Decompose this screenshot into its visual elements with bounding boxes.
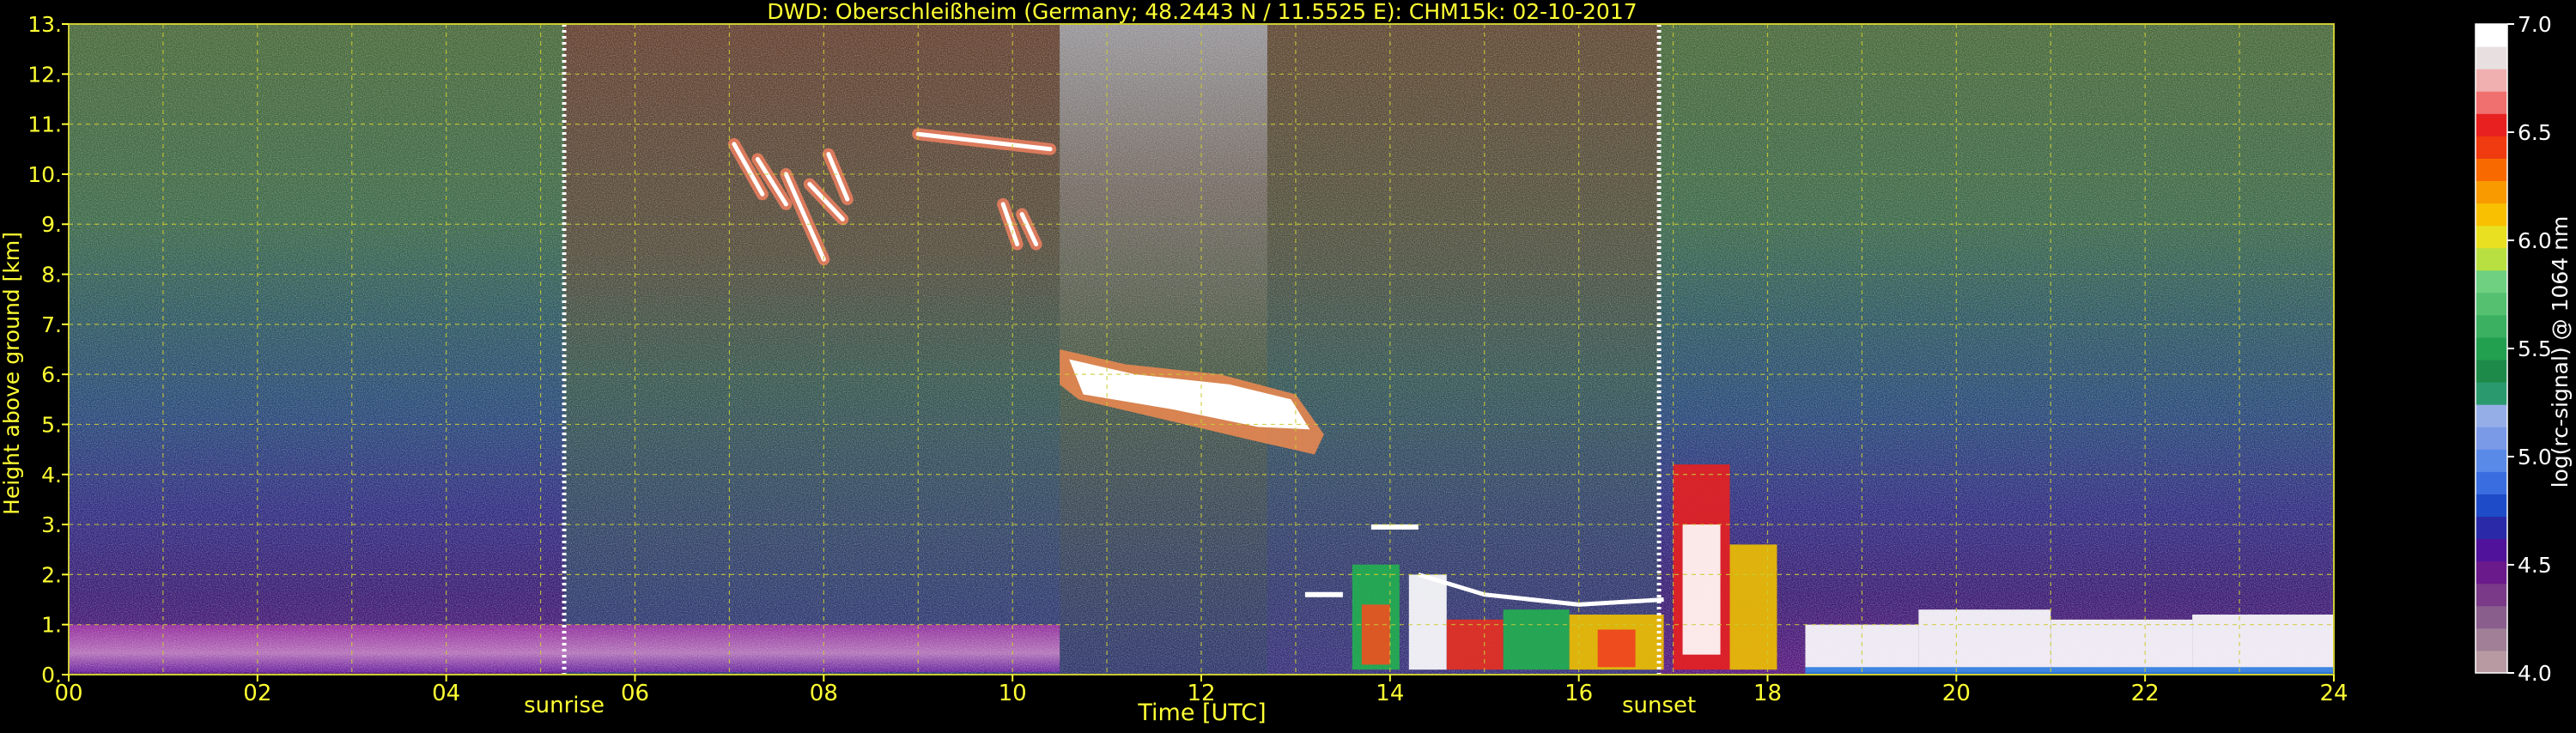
colorbar-segment (2476, 471, 2507, 494)
chart-title: DWD: Oberschleißheim (Germany; 48.2443 N… (767, 0, 1637, 24)
colorbar-segment (2476, 360, 2507, 383)
x-tick-label: 22 (2131, 681, 2160, 706)
y-axis-ticks: 0. 1. 2. 3. 4. 5. 6. 7. 8. 9. 10. 11. 12. 13. (27, 12, 69, 688)
colorbar-segment (2476, 494, 2507, 518)
y-tick-label: 0. (41, 663, 62, 688)
y-axis-label: Height above ground [km] (0, 232, 24, 515)
low-cloud-block (1408, 574, 1447, 670)
colorbar-segment (2476, 605, 2507, 629)
x-tick-label: 04 (432, 681, 460, 706)
y-tick-label: 11. (27, 112, 62, 137)
colorbar-segment (2476, 225, 2507, 249)
low-cloud-block (1918, 609, 2051, 673)
low-cloud-block (1729, 544, 1777, 670)
colorbar-tick-label: 6.5 (2518, 120, 2552, 145)
y-tick-label: 2. (41, 562, 62, 587)
y-tick-label: 12. (27, 62, 62, 87)
x-tick-label: 18 (1753, 681, 1782, 706)
colorbar-segment (2476, 427, 2507, 450)
colorbar-segment (2476, 516, 2507, 540)
low-cloud-block (1805, 624, 1919, 673)
x-tick-label: 10 (999, 681, 1027, 706)
colorbar-segment (2476, 336, 2507, 360)
low-cloud-block (1503, 609, 1570, 670)
colorbar-segment (2476, 113, 2507, 136)
x-tick-label: 14 (1376, 681, 1404, 706)
colorbar-segment (2476, 24, 2507, 47)
colorbar-segment (2476, 69, 2507, 92)
colorbar-tick-label: 4.0 (2518, 661, 2552, 686)
colorbar-segment (2476, 158, 2507, 181)
y-tick-label: 13. (27, 12, 62, 37)
ceilometer-chart: 00 02 04 06 08 10 12 14 16 18 20 22 24 0.1.2.3.4.5.6… (0, 0, 2573, 726)
colorbar (2475, 23, 2508, 674)
x-axis-label: Time [UTC] (1137, 700, 1266, 726)
x-tick-label: 06 (621, 681, 649, 706)
x-tick-label: 24 (2319, 681, 2348, 706)
ceilometer-figure: 00 02 04 06 08 10 12 14 16 18 20 22 24 0. 1. 2. 3. 4. 5. 6… (0, 0, 2576, 730)
colorbar-tick-label: 5.5 (2518, 336, 2552, 361)
colorbar-ticks: 4.0 4.5 5.0 5.5 6.0 6.5 7.0 (2507, 12, 2552, 686)
colorbar-segment (2476, 91, 2507, 114)
colorbar-segment (2476, 136, 2507, 159)
colorbar-segment (2476, 382, 2507, 405)
colorbar-segment (2476, 404, 2507, 427)
y-tick-label: 9. (41, 212, 62, 237)
colorbar-tick-label: 6.0 (2518, 228, 2552, 253)
sunrise-label: sunrise (524, 693, 605, 718)
y-tick-label: 6. (41, 362, 62, 387)
colorbar-segment (2476, 560, 2507, 585)
y-tick-label: 8. (41, 263, 62, 288)
low-cloud-block (1361, 604, 1390, 665)
colorbar-segment (2476, 292, 2507, 316)
x-tick-label: 02 (243, 681, 271, 706)
low-cloud-block (1682, 524, 1721, 655)
colorbar-segment (2476, 46, 2507, 70)
colorbar-segment (2476, 180, 2507, 204)
x-tick-label: 16 (1564, 681, 1593, 706)
low-cloud-block (2050, 619, 2193, 673)
y-tick-label: 1. (41, 613, 62, 638)
x-tick-label: 20 (1942, 681, 1971, 706)
colorbar-segment (2476, 627, 2507, 651)
colorbar-tick-label: 7.0 (2518, 12, 2552, 37)
y-tick-label: 7. (41, 312, 62, 337)
y-tick-label: 5. (41, 412, 62, 437)
colorbar-label: log(rc-signal) @ 1064 nm (2548, 216, 2573, 488)
x-tick-label: 08 (810, 681, 838, 706)
colorbar-segment (2476, 247, 2507, 271)
low-cloud-block (1805, 667, 2334, 675)
colorbar-segment (2476, 314, 2507, 338)
colorbar-segment (2476, 650, 2507, 674)
sunset-label: sunset (1622, 693, 1696, 718)
colorbar-segment (2476, 449, 2507, 472)
low-cloud-block (1446, 619, 1504, 670)
colorbar-segment (2476, 538, 2507, 562)
y-tick-label: 3. (41, 512, 62, 537)
sun-annotations: sunrise sunset (524, 693, 1696, 718)
colorbar-tick-label: 4.5 (2518, 553, 2552, 578)
colorbar-tick-label: 5.0 (2518, 445, 2552, 469)
colorbar-segment (2476, 583, 2507, 607)
colorbar-segment (2476, 270, 2507, 294)
y-tick-label: 4. (41, 463, 62, 488)
y-tick-label: 10. (27, 162, 62, 187)
colorbar-segment (2476, 203, 2507, 227)
low-cloud-block (2192, 615, 2334, 673)
low-cloud-block (1597, 629, 1636, 668)
